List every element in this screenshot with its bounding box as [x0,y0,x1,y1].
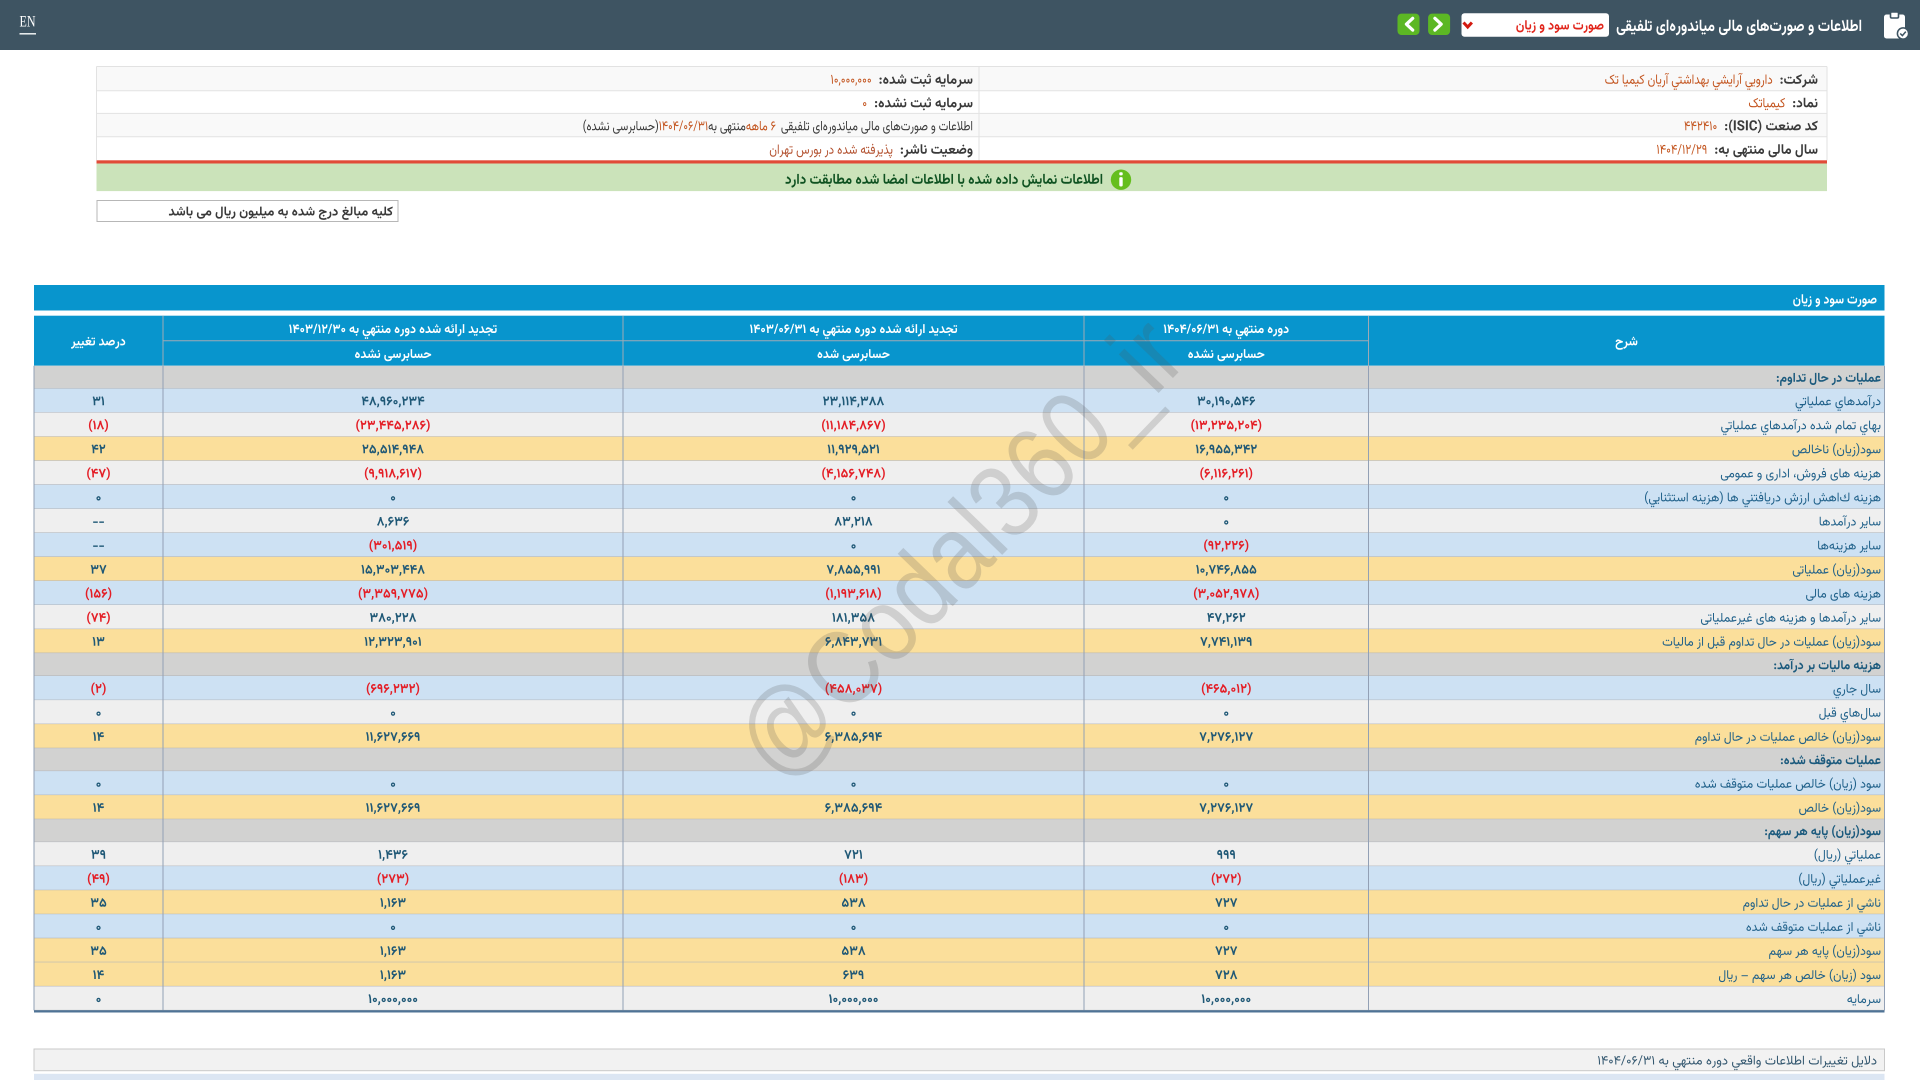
svg-text:EN: EN [20,13,36,30]
